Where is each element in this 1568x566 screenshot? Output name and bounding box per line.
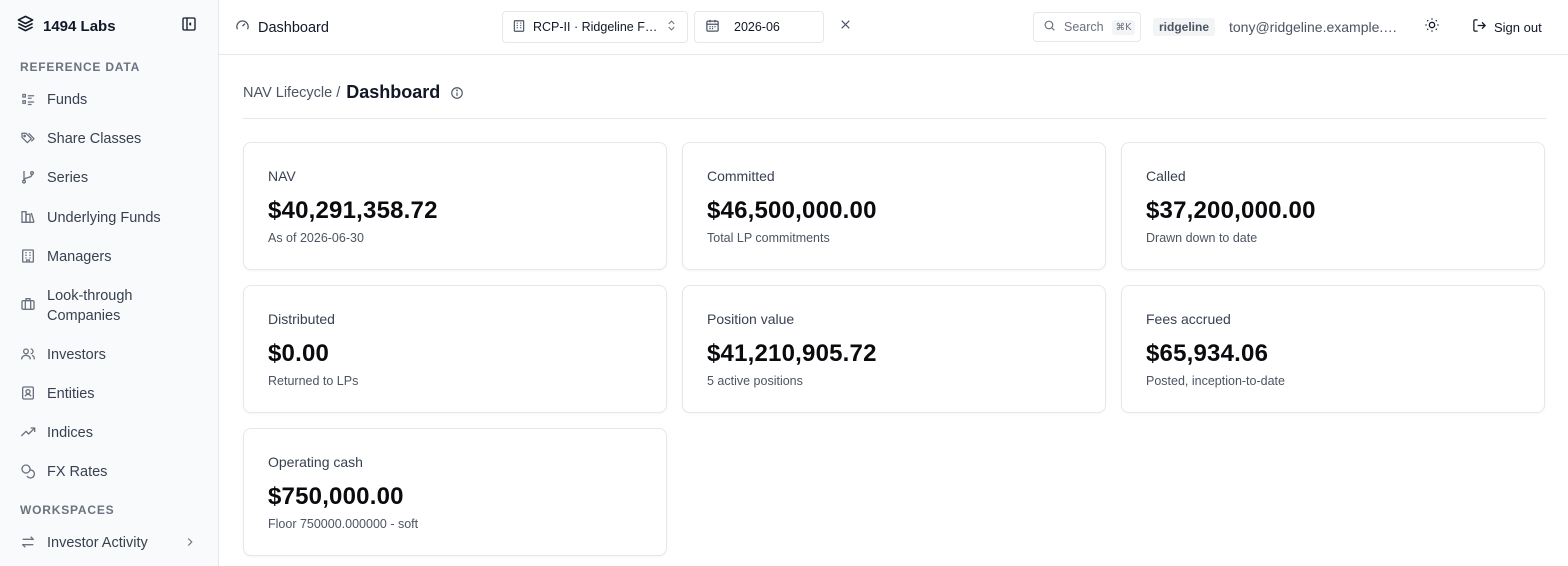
- stat-card-subtext: Returned to LPs: [268, 374, 359, 388]
- stat-card-label: Operating cash: [268, 454, 363, 470]
- breadcrumb-parent[interactable]: NAV Lifecycle /: [243, 85, 340, 101]
- header-divider: [243, 118, 1546, 119]
- building-icon: [20, 248, 36, 264]
- search-icon: [1043, 19, 1056, 35]
- search-placeholder: Search: [1064, 20, 1104, 34]
- clear-period-button[interactable]: [836, 18, 854, 36]
- stat-card-distributed: Distributed $0.00 Returned to LPs: [243, 285, 667, 413]
- sidebar-item-look-through-companies[interactable]: Look-through Companies: [12, 286, 207, 326]
- info-icon[interactable]: [450, 86, 464, 100]
- stat-card-subtext: Drawn down to date: [1146, 231, 1258, 245]
- fund-select[interactable]: RCP-II · Ridgeline Fund II: [502, 11, 688, 43]
- stat-card-nav: NAV $40,291,358.72 As of 2026-06-30: [243, 142, 667, 270]
- stat-card-label: Position value: [707, 311, 795, 327]
- section-label-reference-data: REFERENCE DATA: [20, 60, 141, 74]
- brand[interactable]: 1494 Labs: [16, 14, 116, 38]
- stat-card-value: $750,000.00: [268, 483, 404, 510]
- panel-left-icon: [181, 16, 197, 37]
- tenant-badge: ridgeline: [1153, 18, 1216, 36]
- stat-card-subtext: Floor 750000.000000 - soft: [268, 517, 419, 531]
- sidebar-toggle-button[interactable]: [180, 16, 198, 37]
- stat-card-label: Fees accrued: [1146, 311, 1231, 327]
- sidebar-item-label: Underlying Funds: [47, 210, 161, 226]
- stat-card-value: $46,500,000.00: [707, 197, 877, 224]
- stat-card-label: Distributed: [268, 311, 335, 327]
- search-shortcut: ⌘K: [1111, 19, 1136, 35]
- stat-card-fees-accrued: Fees accrued $65,934.06 Posted, inceptio…: [1121, 285, 1545, 413]
- sidebar-item-label: Investors: [47, 347, 106, 363]
- stat-card-subtext: Posted, inception-to-date: [1146, 374, 1285, 388]
- chevrons-up-down-icon: [665, 19, 678, 35]
- page-title: Dashboard: [346, 82, 441, 102]
- topbar-title: Dashboard: [235, 18, 329, 37]
- sidebar-item-label: Series: [47, 170, 89, 186]
- sidebar-item-label: Share Classes: [47, 131, 142, 147]
- sidebar-item-fx-rates[interactable]: FX Rates: [12, 462, 207, 482]
- stat-card-label: Committed: [707, 168, 775, 184]
- stat-card-label: NAV: [268, 168, 296, 184]
- stat-card-value: $41,210,905.72: [707, 340, 877, 367]
- git-branch-icon: [20, 169, 36, 185]
- fund-select-value: RCP-II · Ridgeline Fund II: [533, 20, 658, 34]
- breadcrumb: NAV Lifecycle / Dashboard: [243, 82, 464, 103]
- stat-card-label: Called: [1146, 168, 1186, 184]
- sidebar-item-label: Investor Activity: [47, 535, 148, 551]
- gauge-icon: [235, 18, 250, 37]
- sidebar-item-indices[interactable]: Indices: [12, 423, 207, 443]
- stat-card-value: $65,934.06: [1146, 340, 1269, 367]
- stat-card-position-value: Position value $41,210,905.72 5 active p…: [682, 285, 1106, 413]
- tags-icon: [20, 130, 36, 146]
- log-out-icon: [1472, 18, 1487, 36]
- sidebar-item-underlying-funds[interactable]: Underlying Funds: [12, 208, 207, 228]
- building-icon: [512, 19, 526, 36]
- library-icon: [20, 209, 36, 225]
- theme-toggle-button[interactable]: [1423, 17, 1441, 38]
- arrows-left-right-icon: [20, 534, 36, 550]
- sidebar-item-label: FX Rates: [47, 464, 108, 480]
- contact-icon: [20, 385, 36, 401]
- sidebar-item-label: Look-through Companies: [47, 288, 133, 324]
- sun-icon: [1424, 17, 1440, 38]
- sidebar-item-label: Indices: [47, 425, 93, 441]
- trending-up-icon: [20, 424, 36, 440]
- sign-out-button[interactable]: Sign out: [1472, 18, 1542, 36]
- period-picker[interactable]: 2026-06: [694, 11, 824, 43]
- stat-card-subtext: As of 2026-06-30: [268, 231, 364, 245]
- list-icon: [20, 91, 36, 107]
- sidebar-item-series[interactable]: Series: [12, 168, 207, 188]
- period-value: 2026-06: [734, 20, 780, 34]
- search-input[interactable]: Search ⌘K: [1033, 12, 1141, 42]
- sidebar-item-investors[interactable]: Investors: [12, 345, 207, 365]
- chevron-right-icon: [183, 535, 197, 554]
- user-email: tony@ridgeline.example.com: [1229, 19, 1404, 35]
- stat-card-subtext: Total LP commitments: [707, 231, 830, 245]
- section-label-workspaces: WORKSPACES: [20, 503, 115, 517]
- sidebar-item-label: Funds: [47, 92, 88, 108]
- topbar: Dashboard RCP-II · Ridgeline Fund II 202…: [219, 0, 1568, 55]
- sidebar-item-investor-activity[interactable]: Investor Activity: [12, 533, 207, 553]
- layers-logo-icon: [16, 14, 35, 38]
- topbar-title-text: Dashboard: [258, 19, 329, 36]
- stat-card-committed: Committed $46,500,000.00 Total LP commit…: [682, 142, 1106, 270]
- sign-out-label: Sign out: [1494, 19, 1542, 35]
- users-icon: [20, 346, 36, 362]
- stat-card-called: Called $37,200,000.00 Drawn down to date: [1121, 142, 1545, 270]
- stat-card-value: $40,291,358.72: [268, 197, 438, 224]
- stat-card-subtext: 5 active positions: [707, 374, 803, 388]
- stat-card-operating-cash: Operating cash $750,000.00 Floor 750000.…: [243, 428, 667, 556]
- coins-icon: [20, 463, 36, 479]
- sidebar-item-managers[interactable]: Managers: [12, 247, 207, 267]
- sidebar-item-funds[interactable]: Funds: [12, 90, 207, 110]
- sidebar: 1494 Labs REFERENCE DATA Funds Share Cla…: [0, 0, 219, 566]
- brand-name: 1494 Labs: [43, 17, 116, 35]
- sidebar-item-entities[interactable]: Entities: [12, 384, 207, 404]
- stat-card-value: $0.00: [268, 340, 330, 367]
- sidebar-item-label: Entities: [47, 386, 95, 402]
- briefcase-icon: [20, 296, 36, 312]
- stat-card-value: $37,200,000.00: [1146, 197, 1316, 224]
- close-icon: [839, 18, 852, 36]
- sidebar-item-label: Managers: [47, 249, 112, 265]
- calendar-icon: [705, 18, 720, 36]
- sidebar-item-share-classes[interactable]: Share Classes: [12, 129, 207, 149]
